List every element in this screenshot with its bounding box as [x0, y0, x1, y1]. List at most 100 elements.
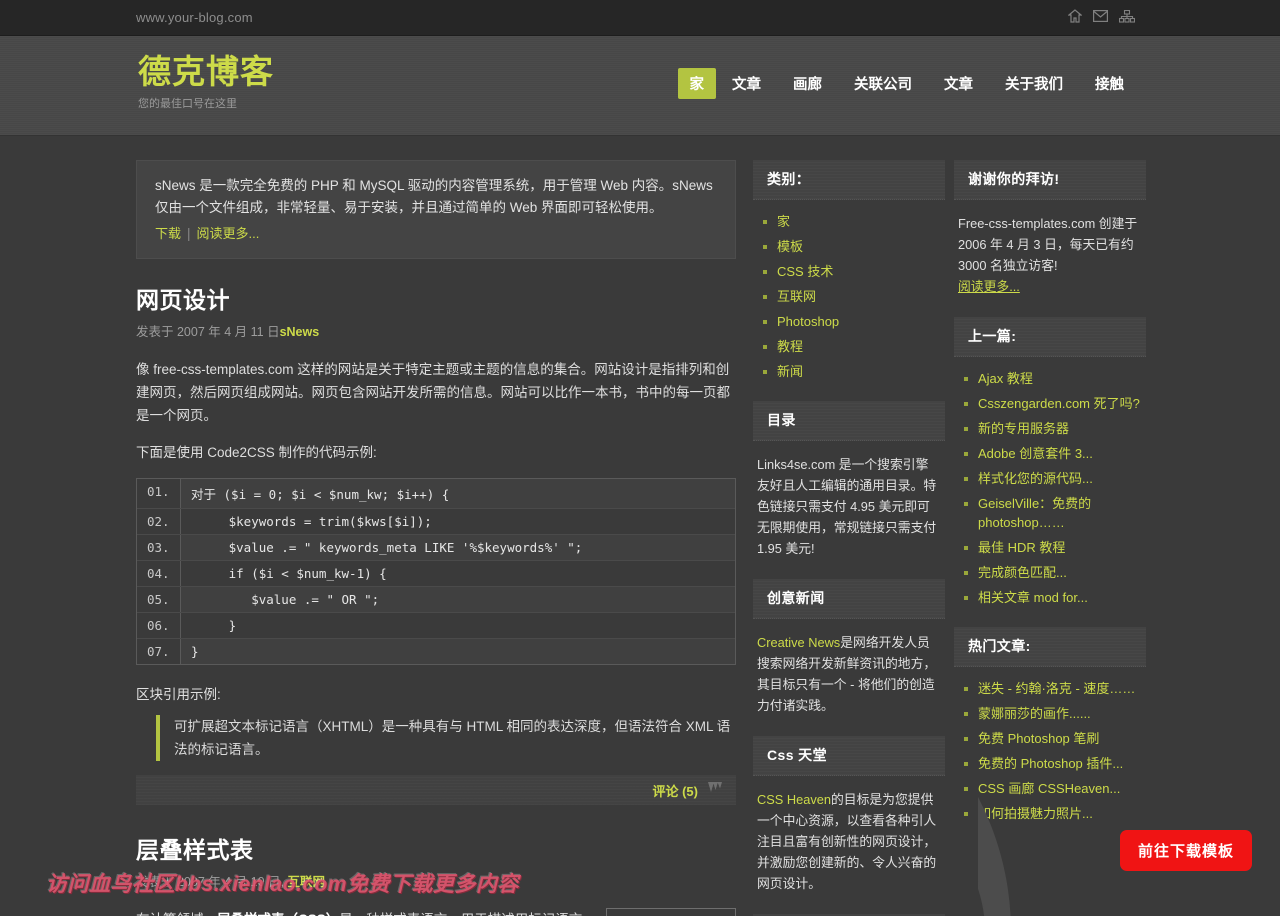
previous-post-link[interactable]: Adobe 创意套件 3... [978, 446, 1093, 461]
sidebar-right: 谢谢你的拜访! Free-css-templates.com 创建于 2006 … [954, 160, 1146, 843]
list-example-box: 列表示例: 列表第 1 行 列表第 2 行 子列表行 a 子列表第 b 行 [606, 908, 736, 916]
category-link[interactable]: 家 [777, 214, 790, 229]
list-item: 模板 [763, 237, 945, 256]
popular-post-link[interactable]: 蒙娜丽莎的画作...... [978, 706, 1091, 721]
list-item: CSS 画廊 CSSHeaven... [964, 779, 1146, 798]
code-line-number: 03. [137, 535, 181, 560]
list-item: 免费 Photoshop 笔刷 [964, 729, 1146, 748]
category-link[interactable]: Photoshop [777, 314, 839, 329]
home-icon[interactable] [1068, 9, 1082, 23]
list-item: 如何拍摄魅力照片... [964, 804, 1146, 823]
sitemap-icon[interactable] [1119, 9, 1135, 23]
code-row: 07.} [137, 639, 735, 664]
list-item: 新闻 [763, 362, 945, 381]
post-meta: 发表于 2007 年 4 月 11 日sNews [136, 321, 736, 340]
list-item: 相关文章 mod for... [964, 588, 1146, 607]
widget-creative-news: 创意新闻 Creative News是网络开发人员搜索网络开发新鲜资讯的地方，其… [753, 579, 945, 716]
notice-links: 下载 | 阅读更多... [155, 223, 717, 245]
nav-item-home[interactable]: 家 [677, 68, 716, 99]
nav-item-about[interactable]: 关于我们 [989, 68, 1079, 99]
notice-download-link[interactable]: 下载 [155, 226, 181, 241]
code-line-text: if ($i < $num_kw-1) { [181, 561, 735, 586]
previous-post-link[interactable]: Ajax 教程 [978, 371, 1033, 386]
list-item: 新的专用服务器 [964, 419, 1146, 438]
previous-post-link[interactable]: 相关文章 mod for... [978, 590, 1088, 605]
widget-title: 谢谢你的拜访! [954, 160, 1146, 200]
post-date: 发表于 2007 年 4 月 11 日 [136, 325, 280, 339]
comments-link[interactable]: 评论 (5) [652, 781, 698, 800]
widget-title: Css 天堂 [753, 736, 945, 776]
previous-post-link[interactable]: 样式化您的源代码... [978, 471, 1093, 486]
category-link[interactable]: 教程 [777, 339, 803, 354]
widget-title: 创意新闻 [753, 579, 945, 619]
widget-title: 类别： [753, 160, 945, 200]
nav-item-affiliate[interactable]: 关联公司 [838, 68, 928, 99]
site-url: www.your-blog.com [136, 10, 253, 25]
code-line-text: 对于 ($i = 0; $i < $num_kw; $i++) { [181, 479, 735, 508]
main-content: sNews 是一款完全免费的 PHP 和 MySQL 驱动的内容管理系统，用于管… [136, 160, 736, 916]
post-paragraph-1: 像 free-css-templates.com 这样的网站是关于特定主题或主题… [136, 362, 730, 423]
post-title[interactable]: 网页设计 [136, 281, 736, 315]
popular-post-link[interactable]: 免费 Photoshop 笔刷 [978, 731, 1099, 746]
download-template-button[interactable]: 前往下载模板 [1119, 830, 1252, 871]
previous-post-link[interactable]: 完成颜色匹配... [978, 565, 1067, 580]
post-title[interactable]: 层叠样式表 [136, 831, 736, 865]
list-item: Photoshop [763, 312, 945, 331]
post-author-link[interactable]: sNews [280, 325, 320, 339]
popular-post-link[interactable]: CSS 画廊 CSSHeaven... [978, 781, 1120, 796]
list-item: 完成颜色匹配... [964, 563, 1146, 582]
code-line-number: 04. [137, 561, 181, 586]
mail-icon[interactable] [1093, 10, 1108, 22]
category-list: 家 模板 CSS 技术 互联网 Photoshop 教程 新闻 [753, 200, 945, 381]
list-item: Adobe 创意套件 3... [964, 444, 1146, 463]
list-item: 互联网 [763, 287, 945, 306]
widget-popular-posts: 热门文章: 迷失 - 约翰·洛克 - 速度…… 蒙娜丽莎的画作...... 免费… [954, 627, 1146, 823]
post-web-design: 网页设计 发表于 2007 年 4 月 11 日sNews 像 free-css… [136, 281, 736, 805]
brand[interactable]: 德克博客 您的最佳口号在这里 [138, 53, 274, 111]
thanks-readmore-link[interactable]: 阅读更多... [958, 279, 1020, 294]
category-link[interactable]: 互联网 [777, 289, 816, 304]
top-bar: www.your-blog.com [0, 0, 1280, 36]
notice-readmore-link[interactable]: 阅读更多... [197, 226, 260, 241]
blockquote-label: 区块引用示例: [136, 687, 221, 702]
previous-post-link[interactable]: 新的专用服务器 [978, 421, 1069, 436]
post-paragraph-2: 下面是使用 Code2CSS 制作的代码示例: [136, 445, 377, 460]
previous-post-link[interactable]: Csszengarden.com 死了吗? [978, 396, 1140, 411]
popular-post-link[interactable]: 免费的 Photoshop 插件... [978, 756, 1123, 771]
blog-title: 德克博客 [138, 53, 274, 90]
code-row: 03. $value .= " keywords_meta LIKE '%$ke… [137, 535, 735, 561]
code-line-number: 05. [137, 587, 181, 612]
widget-title: 上一篇: [954, 317, 1146, 357]
nav-item-contact[interactable]: 接触 [1079, 68, 1140, 99]
para-segment-a: 在计算领域， [136, 912, 217, 916]
css-heaven-link[interactable]: CSS Heaven [757, 792, 831, 807]
blog-tagline: 您的最佳口号在这里 [138, 98, 237, 111]
notice-text: sNews 是一款完全免费的 PHP 和 MySQL 驱动的内容管理系统，用于管… [155, 178, 713, 215]
code-row: 06. } [137, 613, 735, 639]
category-link[interactable]: 模板 [777, 239, 803, 254]
category-link[interactable]: CSS 技术 [777, 264, 833, 279]
code-block: 01. 对于 ($i = 0; $i < $num_kw; $i++) { 02.… [136, 478, 736, 665]
list-item: 样式化您的源代码... [964, 469, 1146, 488]
code-row: 02. $keywords = trim($kws[$i]); [137, 509, 735, 535]
nav-item-articles[interactable]: 文章 [716, 68, 777, 99]
widget-css-heaven: Css 天堂 CSS Heaven的目标是为您提供一个中心资源，以查看各种引人注… [753, 736, 945, 894]
creative-news-link[interactable]: Creative News [757, 635, 840, 650]
popular-post-link[interactable]: 迷失 - 约翰·洛克 - 速度…… [978, 681, 1135, 696]
list-item: 迷失 - 约翰·洛克 - 速度…… [964, 679, 1146, 698]
code-line-number: 06. [137, 613, 181, 638]
list-item: 免费的 Photoshop 插件... [964, 754, 1146, 773]
nav-item-gallery[interactable]: 画廊 [777, 68, 838, 99]
nav-item-posts[interactable]: 文章 [928, 68, 989, 99]
category-link[interactable]: 新闻 [777, 364, 803, 379]
para-segment-bold: 层叠样式表（CSS） [217, 912, 339, 916]
previous-post-link[interactable]: 最佳 HDR 教程 [978, 540, 1065, 555]
code-line-number: 07. [137, 639, 181, 664]
widget-directory: 目录 Links4se.com 是一个搜索引擎友好且人工编辑的通用目录。特色链接… [753, 401, 945, 559]
site-header: 德克博客 您的最佳口号在这里 家 文章 画廊 关联公司 文章 关于我们 接触 [0, 36, 1280, 136]
code-line-number: 02. [137, 509, 181, 534]
list-item: 家 [763, 212, 945, 231]
popular-post-link[interactable]: 如何拍摄魅力照片... [978, 806, 1093, 821]
previous-post-link[interactable]: GeiselVille：免费的 photoshop…… [978, 496, 1091, 530]
page-root: www.your-blog.com 德克博客 您的最佳口号在这里 家 文章 画廊… [0, 0, 1280, 916]
